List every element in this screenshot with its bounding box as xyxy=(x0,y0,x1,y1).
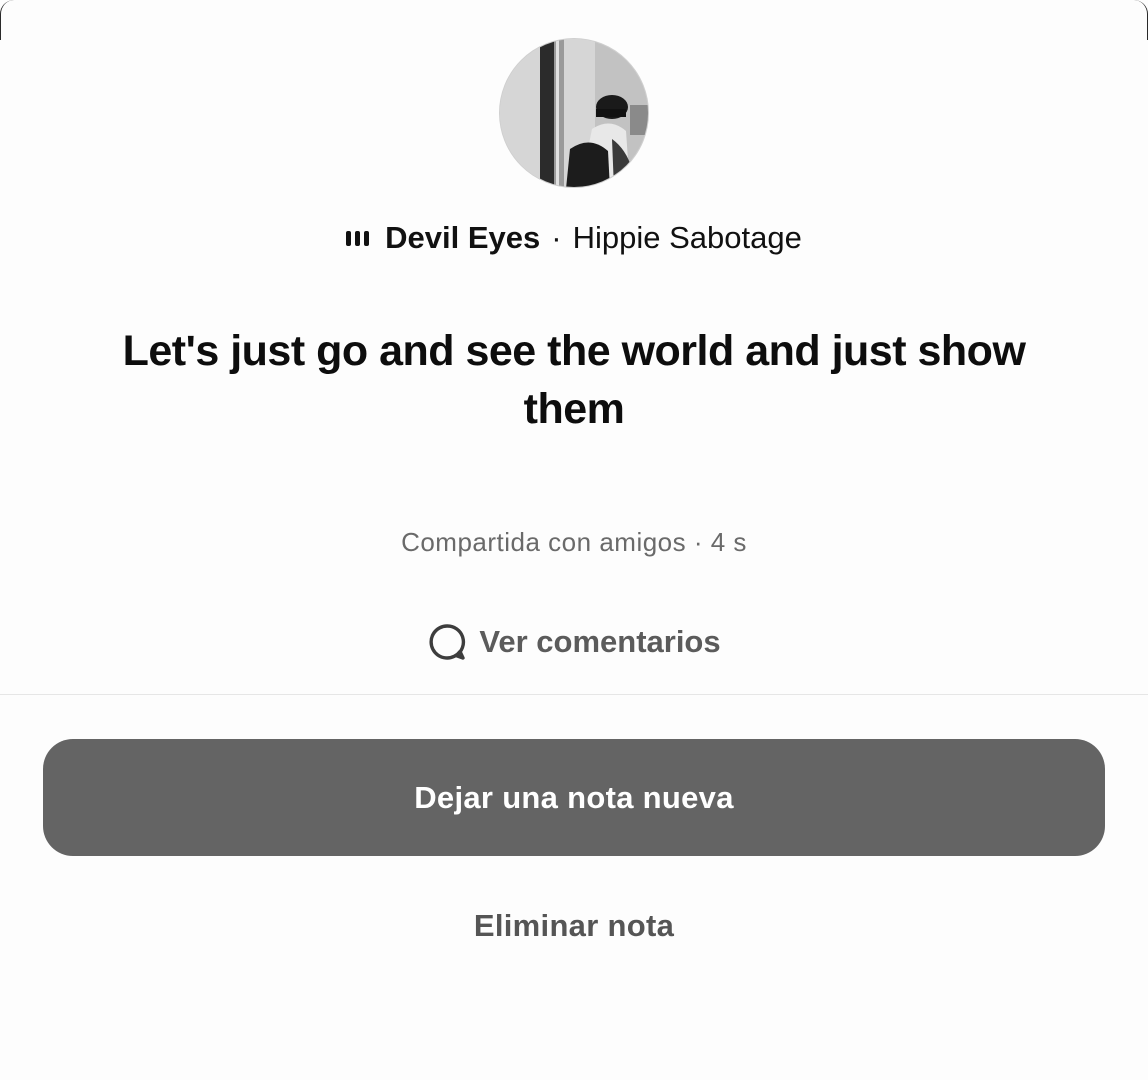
new-note-button[interactable]: Dejar una nota nueva xyxy=(43,739,1105,856)
speech-bubble-icon xyxy=(427,622,467,662)
song-title: Devil Eyes xyxy=(385,220,541,255)
note-meta: Compartida con amigos · 4 s xyxy=(401,527,747,557)
audio-bars-icon xyxy=(346,218,370,258)
note-sheet: Devil Eyes · Hippie Sabotage Let's just … xyxy=(0,0,1148,1080)
avatar-photo xyxy=(500,39,648,187)
note-text: Let's just go and see the world and just… xyxy=(122,327,1026,433)
song-info[interactable]: Devil Eyes · Hippie Sabotage xyxy=(0,218,1148,258)
artist-name: Hippie Sabotage xyxy=(572,220,802,255)
delete-note-button[interactable]: Eliminar nota xyxy=(0,903,1148,949)
view-comments-button[interactable]: Ver comentarios xyxy=(0,619,1148,665)
separator-dot: · xyxy=(551,220,562,255)
view-comments-label: Ver comentarios xyxy=(479,624,721,659)
avatar[interactable] xyxy=(499,38,649,188)
divider xyxy=(0,694,1148,695)
